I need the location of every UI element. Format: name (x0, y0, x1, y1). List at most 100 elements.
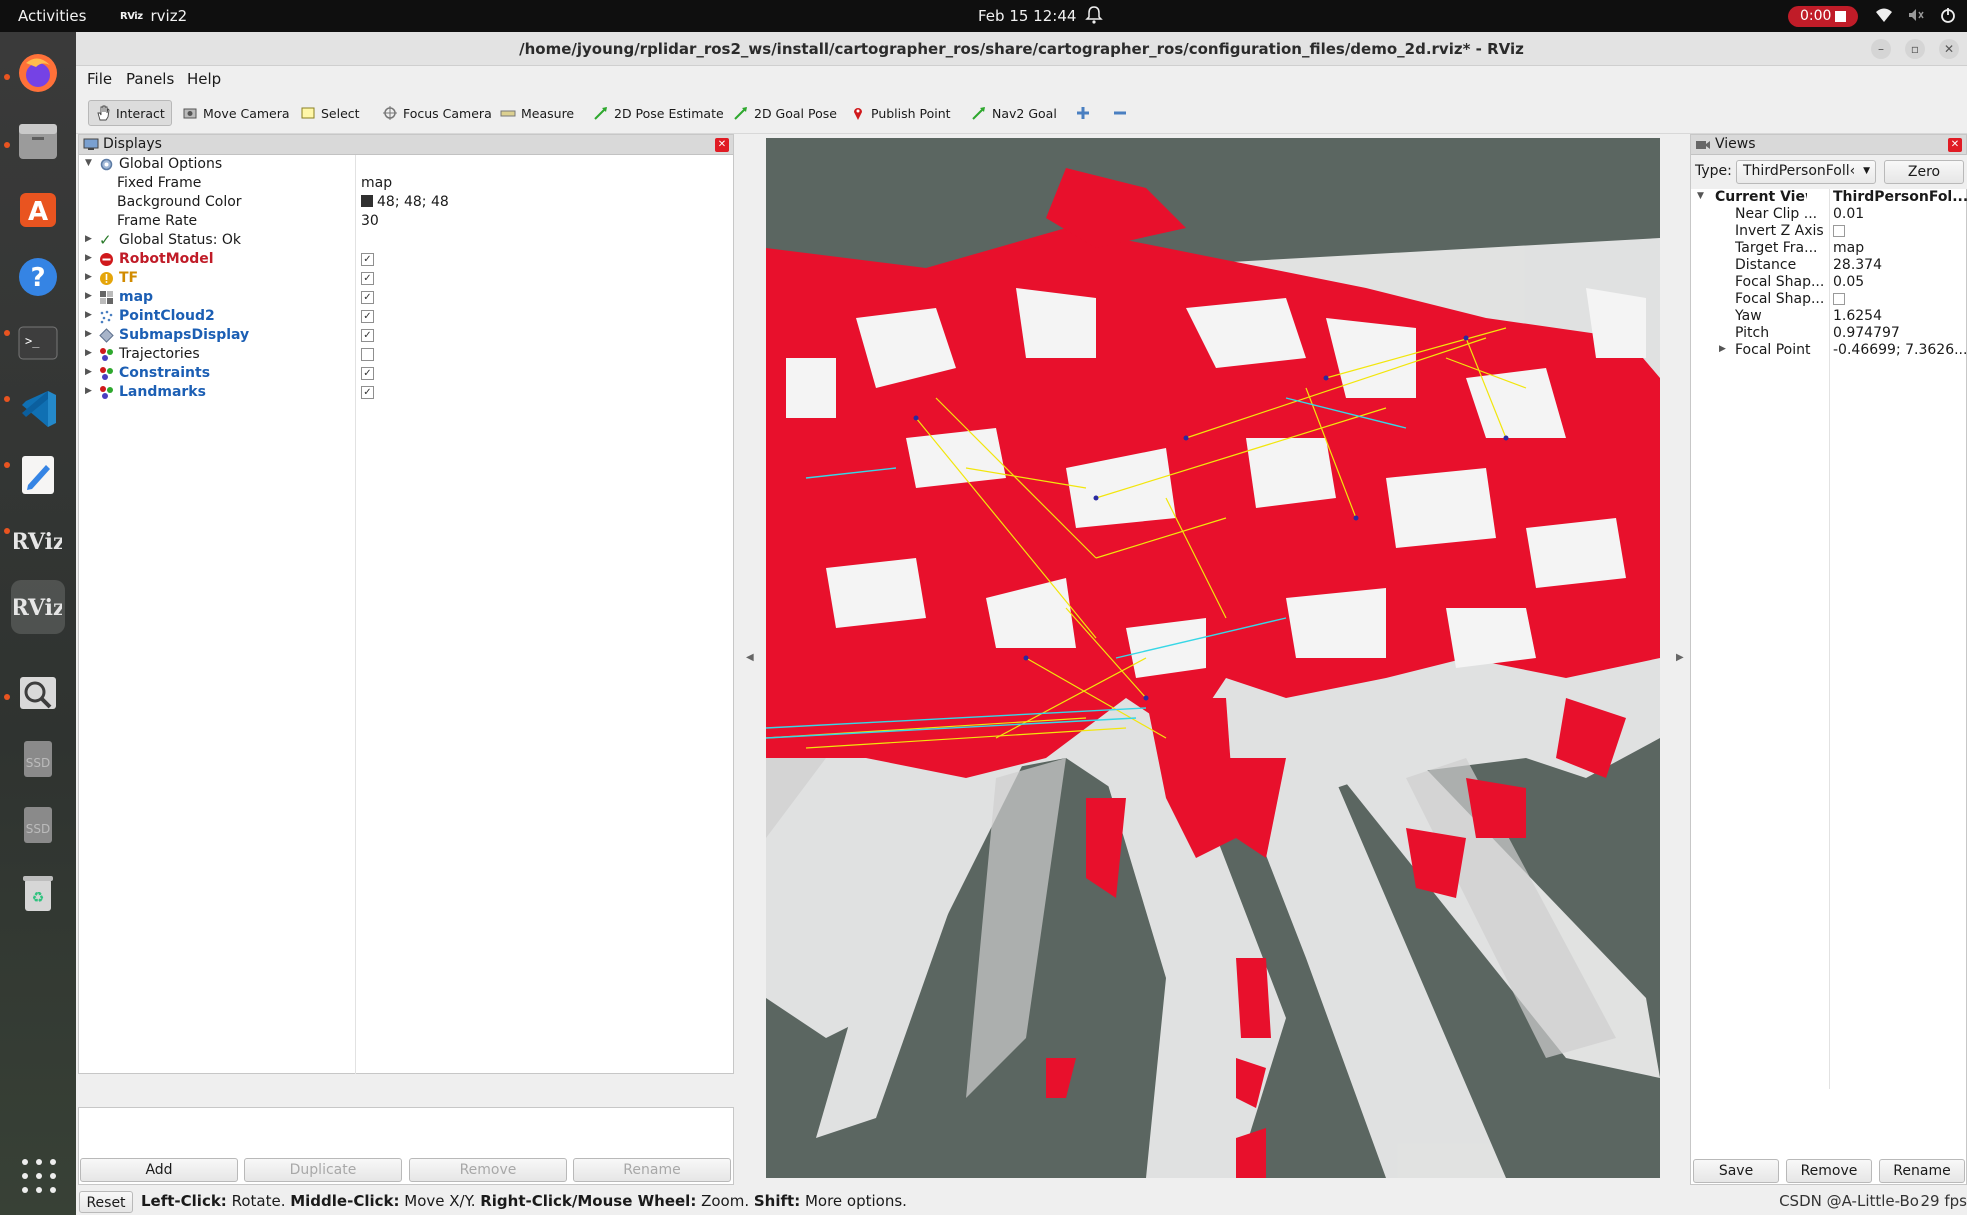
frame-rate-row[interactable]: Frame Rate 30 (79, 212, 733, 231)
minimize-icon[interactable]: – (1871, 39, 1891, 59)
interact-tool[interactable]: Interact (88, 100, 172, 126)
display-item-map[interactable]: ▶ map ✓ (79, 288, 733, 307)
activities-button[interactable]: Activities (18, 7, 86, 25)
firefox-icon[interactable] (11, 46, 65, 100)
display-item-pointcloud2[interactable]: ▶ PointCloud2 ✓ (79, 307, 733, 326)
menu-help[interactable]: Help (187, 70, 221, 88)
enable-checkbox[interactable]: ✓ (361, 386, 374, 399)
enable-checkbox[interactable] (361, 348, 374, 361)
terminal-icon[interactable]: >_ (11, 316, 65, 370)
enable-checkbox[interactable]: ✓ (361, 272, 374, 285)
screen-recording-indicator[interactable]: 0:00 (1788, 6, 1858, 27)
help-icon[interactable]: ? (11, 250, 65, 304)
display-item-tf[interactable]: ▶ TF ✓ (79, 269, 733, 288)
software-store-icon[interactable]: A (11, 182, 65, 236)
background-color-value[interactable]: 48; 48; 48 (361, 194, 449, 210)
background-color-row[interactable]: Background Color 48; 48; 48 (79, 193, 733, 212)
view-prop-row[interactable]: ▶ Focal Point -0.46699; 7.3626... (1691, 342, 1967, 359)
enable-checkbox[interactable]: ✓ (361, 291, 374, 304)
fixed-frame-value[interactable]: map (361, 175, 392, 191)
show-apps-icon[interactable] (22, 1159, 56, 1193)
vscode-icon[interactable] (11, 382, 65, 436)
remove-view-button[interactable]: Remove (1786, 1159, 1872, 1183)
enable-checkbox[interactable]: ✓ (361, 253, 374, 266)
title-bar[interactable]: /home/jyoung/rplidar_ros2_ws/install/car… (76, 32, 1967, 66)
expand-right-icon[interactable]: ▶ (85, 329, 95, 341)
drive-icon[interactable]: SSD (11, 798, 65, 852)
remove-display-button[interactable]: Remove (409, 1158, 567, 1182)
duplicate-display-button[interactable]: Duplicate (244, 1158, 402, 1182)
close-icon[interactable]: ✕ (1939, 39, 1959, 59)
files-icon[interactable] (11, 114, 65, 168)
view-prop-row[interactable]: Focal Shap... 0.05 (1691, 274, 1967, 291)
select-tool[interactable]: Select (294, 100, 366, 126)
expand-right-icon[interactable]: ▶ (85, 386, 95, 398)
display-item-submapsdisplay[interactable]: ▶ SubmapsDisplay ✓ (79, 326, 733, 345)
app-menu[interactable]: RViz rviz2 (120, 7, 187, 25)
view-prop-row[interactable]: Focal Shap... (1691, 291, 1967, 308)
focus-camera-tool[interactable]: Focus Camera (376, 100, 498, 126)
close-panel-icon[interactable]: ✕ (1948, 138, 1962, 152)
expand-right-icon[interactable]: ▶ (85, 272, 95, 284)
rviz-active-icon[interactable]: RViz (11, 580, 65, 634)
view-type-select[interactable]: ThirdPersonFoll‹ ▼ (1736, 160, 1876, 184)
display-item-landmarks[interactable]: ▶ Landmarks ✓ (79, 383, 733, 402)
frame-rate-value[interactable]: 30 (361, 213, 379, 229)
system-tray[interactable] (1875, 6, 1957, 24)
measure-tool[interactable]: Measure (494, 100, 580, 126)
view-prop-row[interactable]: Target Fra... map (1691, 240, 1967, 257)
display-item-constraints[interactable]: ▶ Constraints ✓ (79, 364, 733, 383)
zero-button[interactable]: Zero (1884, 160, 1964, 184)
remove-tool-button[interactable] (1106, 100, 1134, 126)
pose-estimate-tool[interactable]: 2D Pose Estimate (587, 100, 730, 126)
add-tool-button[interactable] (1069, 100, 1097, 126)
trash-icon[interactable]: ♻ (11, 866, 65, 920)
rviz-icon[interactable]: RViz (11, 514, 65, 568)
display-item-trajectories[interactable]: ▶ Trajectories (79, 345, 733, 364)
expand-down-icon[interactable]: ▼ (85, 158, 95, 170)
expand-right-icon[interactable]: ▶ (85, 253, 95, 265)
rename-view-button[interactable]: Rename (1879, 1159, 1965, 1183)
view-prop-row[interactable]: Yaw 1.6254 (1691, 308, 1967, 325)
expand-down-icon[interactable]: ▼ (1697, 191, 1704, 201)
render-viewport[interactable] (766, 138, 1660, 1178)
clock[interactable]: Feb 15 12:44 (978, 7, 1076, 25)
view-prop-row[interactable]: Invert Z Axis (1691, 223, 1967, 240)
invert-z-checkbox[interactable] (1833, 225, 1845, 237)
goal-pose-tool[interactable]: 2D Goal Pose (727, 100, 843, 126)
view-prop-row[interactable]: Pitch 0.974797 (1691, 325, 1967, 342)
enable-checkbox[interactable]: ✓ (361, 367, 374, 380)
current-view-row[interactable]: ▼ Current View ThirdPersonFol... (1691, 189, 1967, 206)
view-prop-row[interactable]: Distance 28.374 (1691, 257, 1967, 274)
close-panel-icon[interactable]: ✕ (715, 138, 729, 152)
image-viewer-icon[interactable] (11, 666, 65, 720)
expand-right-icon[interactable]: ▶ (1719, 344, 1726, 354)
add-display-button[interactable]: Add (80, 1158, 238, 1182)
view-prop-row[interactable]: Near Clip ... 0.01 (1691, 206, 1967, 223)
collapse-left-icon[interactable]: ◀ (746, 652, 754, 663)
focal-shape-checkbox[interactable] (1833, 293, 1845, 305)
expand-right-icon[interactable]: ▶ (85, 348, 95, 360)
expand-right-icon[interactable]: ▶ (85, 367, 95, 379)
text-editor-icon[interactable] (11, 448, 65, 502)
global-status-row[interactable]: ▶ ✓ Global Status: Ok (79, 231, 733, 250)
maximize-icon[interactable]: ▫ (1905, 39, 1925, 59)
drive-icon[interactable]: SSD (11, 732, 65, 786)
menu-panels[interactable]: Panels (126, 70, 174, 88)
fixed-frame-row[interactable]: Fixed Frame map (79, 174, 733, 193)
menu-file[interactable]: File (87, 70, 112, 88)
rename-display-button[interactable]: Rename (573, 1158, 731, 1182)
publish-point-tool[interactable]: Publish Point (844, 100, 957, 126)
enable-checkbox[interactable]: ✓ (361, 310, 374, 323)
expand-right-icon[interactable]: ▶ (85, 310, 95, 322)
nav2-goal-tool[interactable]: Nav2 Goal (965, 100, 1063, 126)
save-view-button[interactable]: Save (1693, 1159, 1779, 1183)
expand-right-icon[interactable]: ▶ (85, 291, 95, 303)
collapse-right-icon[interactable]: ▶ (1676, 652, 1684, 663)
expand-right-icon[interactable]: ▶ (85, 234, 95, 246)
global-options-row[interactable]: ▼ Global Options (79, 155, 733, 174)
move-camera-tool[interactable]: Move Camera (176, 100, 296, 126)
display-item-robotmodel[interactable]: ▶ RobotModel ✓ (79, 250, 733, 269)
reset-button[interactable]: Reset (79, 1191, 133, 1213)
enable-checkbox[interactable]: ✓ (361, 329, 374, 342)
